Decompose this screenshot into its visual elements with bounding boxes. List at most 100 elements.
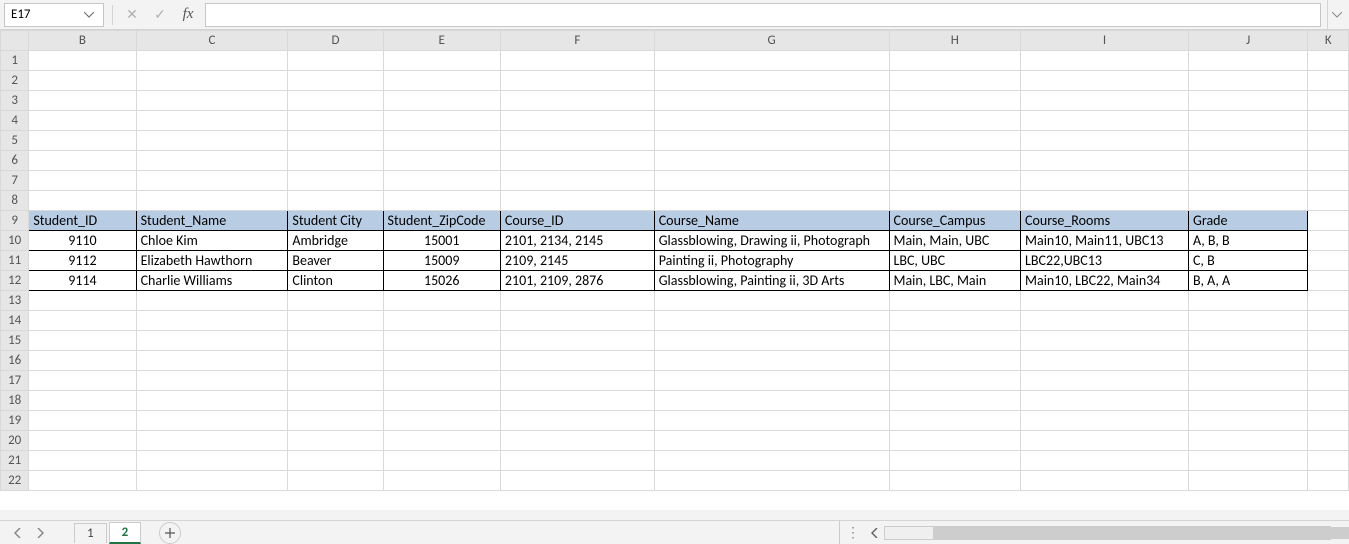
- cell-C20[interactable]: [136, 431, 288, 451]
- cell-B12[interactable]: 9114: [29, 271, 136, 291]
- cell-B4[interactable]: [29, 111, 136, 131]
- cell-J21[interactable]: [1189, 451, 1308, 471]
- cell-K9[interactable]: [1308, 211, 1349, 231]
- cell-E7[interactable]: [383, 171, 500, 191]
- col-header-D[interactable]: D: [288, 31, 383, 51]
- cell-H7[interactable]: [889, 171, 1021, 191]
- cell-H18[interactable]: [889, 391, 1021, 411]
- cell-E12[interactable]: 15026: [383, 271, 500, 291]
- cell-H10[interactable]: Main, Main, UBC: [889, 231, 1021, 251]
- cell-C2[interactable]: [136, 71, 288, 91]
- cell-C7[interactable]: [136, 171, 288, 191]
- cell-H22[interactable]: [889, 471, 1021, 491]
- cell-K8[interactable]: [1308, 191, 1349, 211]
- cell-C21[interactable]: [136, 451, 288, 471]
- row-header-1[interactable]: 1: [1, 51, 29, 71]
- cell-I7[interactable]: [1021, 171, 1189, 191]
- cell-F20[interactable]: [500, 431, 654, 451]
- cell-C6[interactable]: [136, 151, 288, 171]
- row-header-16[interactable]: 16: [1, 351, 29, 371]
- cell-I3[interactable]: [1021, 91, 1189, 111]
- cell-G14[interactable]: [654, 311, 889, 331]
- cell-I13[interactable]: [1021, 291, 1189, 311]
- cell-F9[interactable]: Course_ID: [500, 211, 654, 231]
- cell-C13[interactable]: [136, 291, 288, 311]
- cell-D17[interactable]: [288, 371, 383, 391]
- cell-C17[interactable]: [136, 371, 288, 391]
- cell-J1[interactable]: [1189, 51, 1308, 71]
- cell-H21[interactable]: [889, 451, 1021, 471]
- cell-D15[interactable]: [288, 331, 383, 351]
- cell-C3[interactable]: [136, 91, 288, 111]
- cell-K19[interactable]: [1308, 411, 1349, 431]
- row-header-6[interactable]: 6: [1, 151, 29, 171]
- cell-B17[interactable]: [29, 371, 136, 391]
- col-header-E[interactable]: E: [383, 31, 500, 51]
- cell-B22[interactable]: [29, 471, 136, 491]
- cell-B19[interactable]: [29, 411, 136, 431]
- cell-G2[interactable]: [654, 71, 889, 91]
- cell-F13[interactable]: [500, 291, 654, 311]
- cell-B21[interactable]: [29, 451, 136, 471]
- horizontal-scrollbar[interactable]: ⋮: [839, 521, 1349, 544]
- row-header-5[interactable]: 5: [1, 131, 29, 151]
- cell-H20[interactable]: [889, 431, 1021, 451]
- cell-J16[interactable]: [1189, 351, 1308, 371]
- cell-B3[interactable]: [29, 91, 136, 111]
- cell-E19[interactable]: [383, 411, 500, 431]
- cell-G9[interactable]: Course_Name: [654, 211, 889, 231]
- cell-I9[interactable]: Course_Rooms: [1021, 211, 1189, 231]
- cell-B8[interactable]: [29, 191, 136, 211]
- cell-F19[interactable]: [500, 411, 654, 431]
- row-header-4[interactable]: 4: [1, 111, 29, 131]
- cell-H19[interactable]: [889, 411, 1021, 431]
- name-box[interactable]: E17: [4, 3, 104, 27]
- cell-G17[interactable]: [654, 371, 889, 391]
- scroll-drag-handle[interactable]: ⋮: [840, 524, 866, 541]
- cell-D12[interactable]: Clinton: [288, 271, 383, 291]
- cell-B16[interactable]: [29, 351, 136, 371]
- cell-D22[interactable]: [288, 471, 383, 491]
- cell-I5[interactable]: [1021, 131, 1189, 151]
- cell-G20[interactable]: [654, 431, 889, 451]
- cell-K18[interactable]: [1308, 391, 1349, 411]
- cell-B11[interactable]: 9112: [29, 251, 136, 271]
- cell-F14[interactable]: [500, 311, 654, 331]
- cell-K6[interactable]: [1308, 151, 1349, 171]
- cell-K11[interactable]: [1308, 251, 1349, 271]
- cell-E21[interactable]: [383, 451, 500, 471]
- cell-K10[interactable]: [1308, 231, 1349, 251]
- cell-E20[interactable]: [383, 431, 500, 451]
- cell-C4[interactable]: [136, 111, 288, 131]
- cell-G3[interactable]: [654, 91, 889, 111]
- cell-I8[interactable]: [1021, 191, 1189, 211]
- cell-D21[interactable]: [288, 451, 383, 471]
- row-header-2[interactable]: 2: [1, 71, 29, 91]
- cell-H2[interactable]: [889, 71, 1021, 91]
- cell-G19[interactable]: [654, 411, 889, 431]
- cell-G4[interactable]: [654, 111, 889, 131]
- cell-F22[interactable]: [500, 471, 654, 491]
- sheet-tab-2[interactable]: 2: [109, 522, 142, 544]
- cell-E2[interactable]: [383, 71, 500, 91]
- cell-I22[interactable]: [1021, 471, 1189, 491]
- cell-I1[interactable]: [1021, 51, 1189, 71]
- cell-F5[interactable]: [500, 131, 654, 151]
- cell-J9[interactable]: Grade: [1189, 211, 1308, 231]
- cell-K14[interactable]: [1308, 311, 1349, 331]
- cell-G7[interactable]: [654, 171, 889, 191]
- spreadsheet-grid[interactable]: B C D E F G H I J K 123456789Student_IDS…: [0, 30, 1349, 510]
- cell-G10[interactable]: Glassblowing, Drawing ii, Photograph: [654, 231, 889, 251]
- cell-D16[interactable]: [288, 351, 383, 371]
- cell-K20[interactable]: [1308, 431, 1349, 451]
- cell-I4[interactable]: [1021, 111, 1189, 131]
- cell-F8[interactable]: [500, 191, 654, 211]
- cell-H6[interactable]: [889, 151, 1021, 171]
- name-box-dropdown-icon[interactable]: [81, 7, 97, 23]
- row-header-20[interactable]: 20: [1, 431, 29, 451]
- row-header-9[interactable]: 9: [1, 211, 29, 231]
- cell-G6[interactable]: [654, 151, 889, 171]
- cell-D7[interactable]: [288, 171, 383, 191]
- cancel-formula-button[interactable]: ✕: [121, 4, 143, 26]
- cell-H17[interactable]: [889, 371, 1021, 391]
